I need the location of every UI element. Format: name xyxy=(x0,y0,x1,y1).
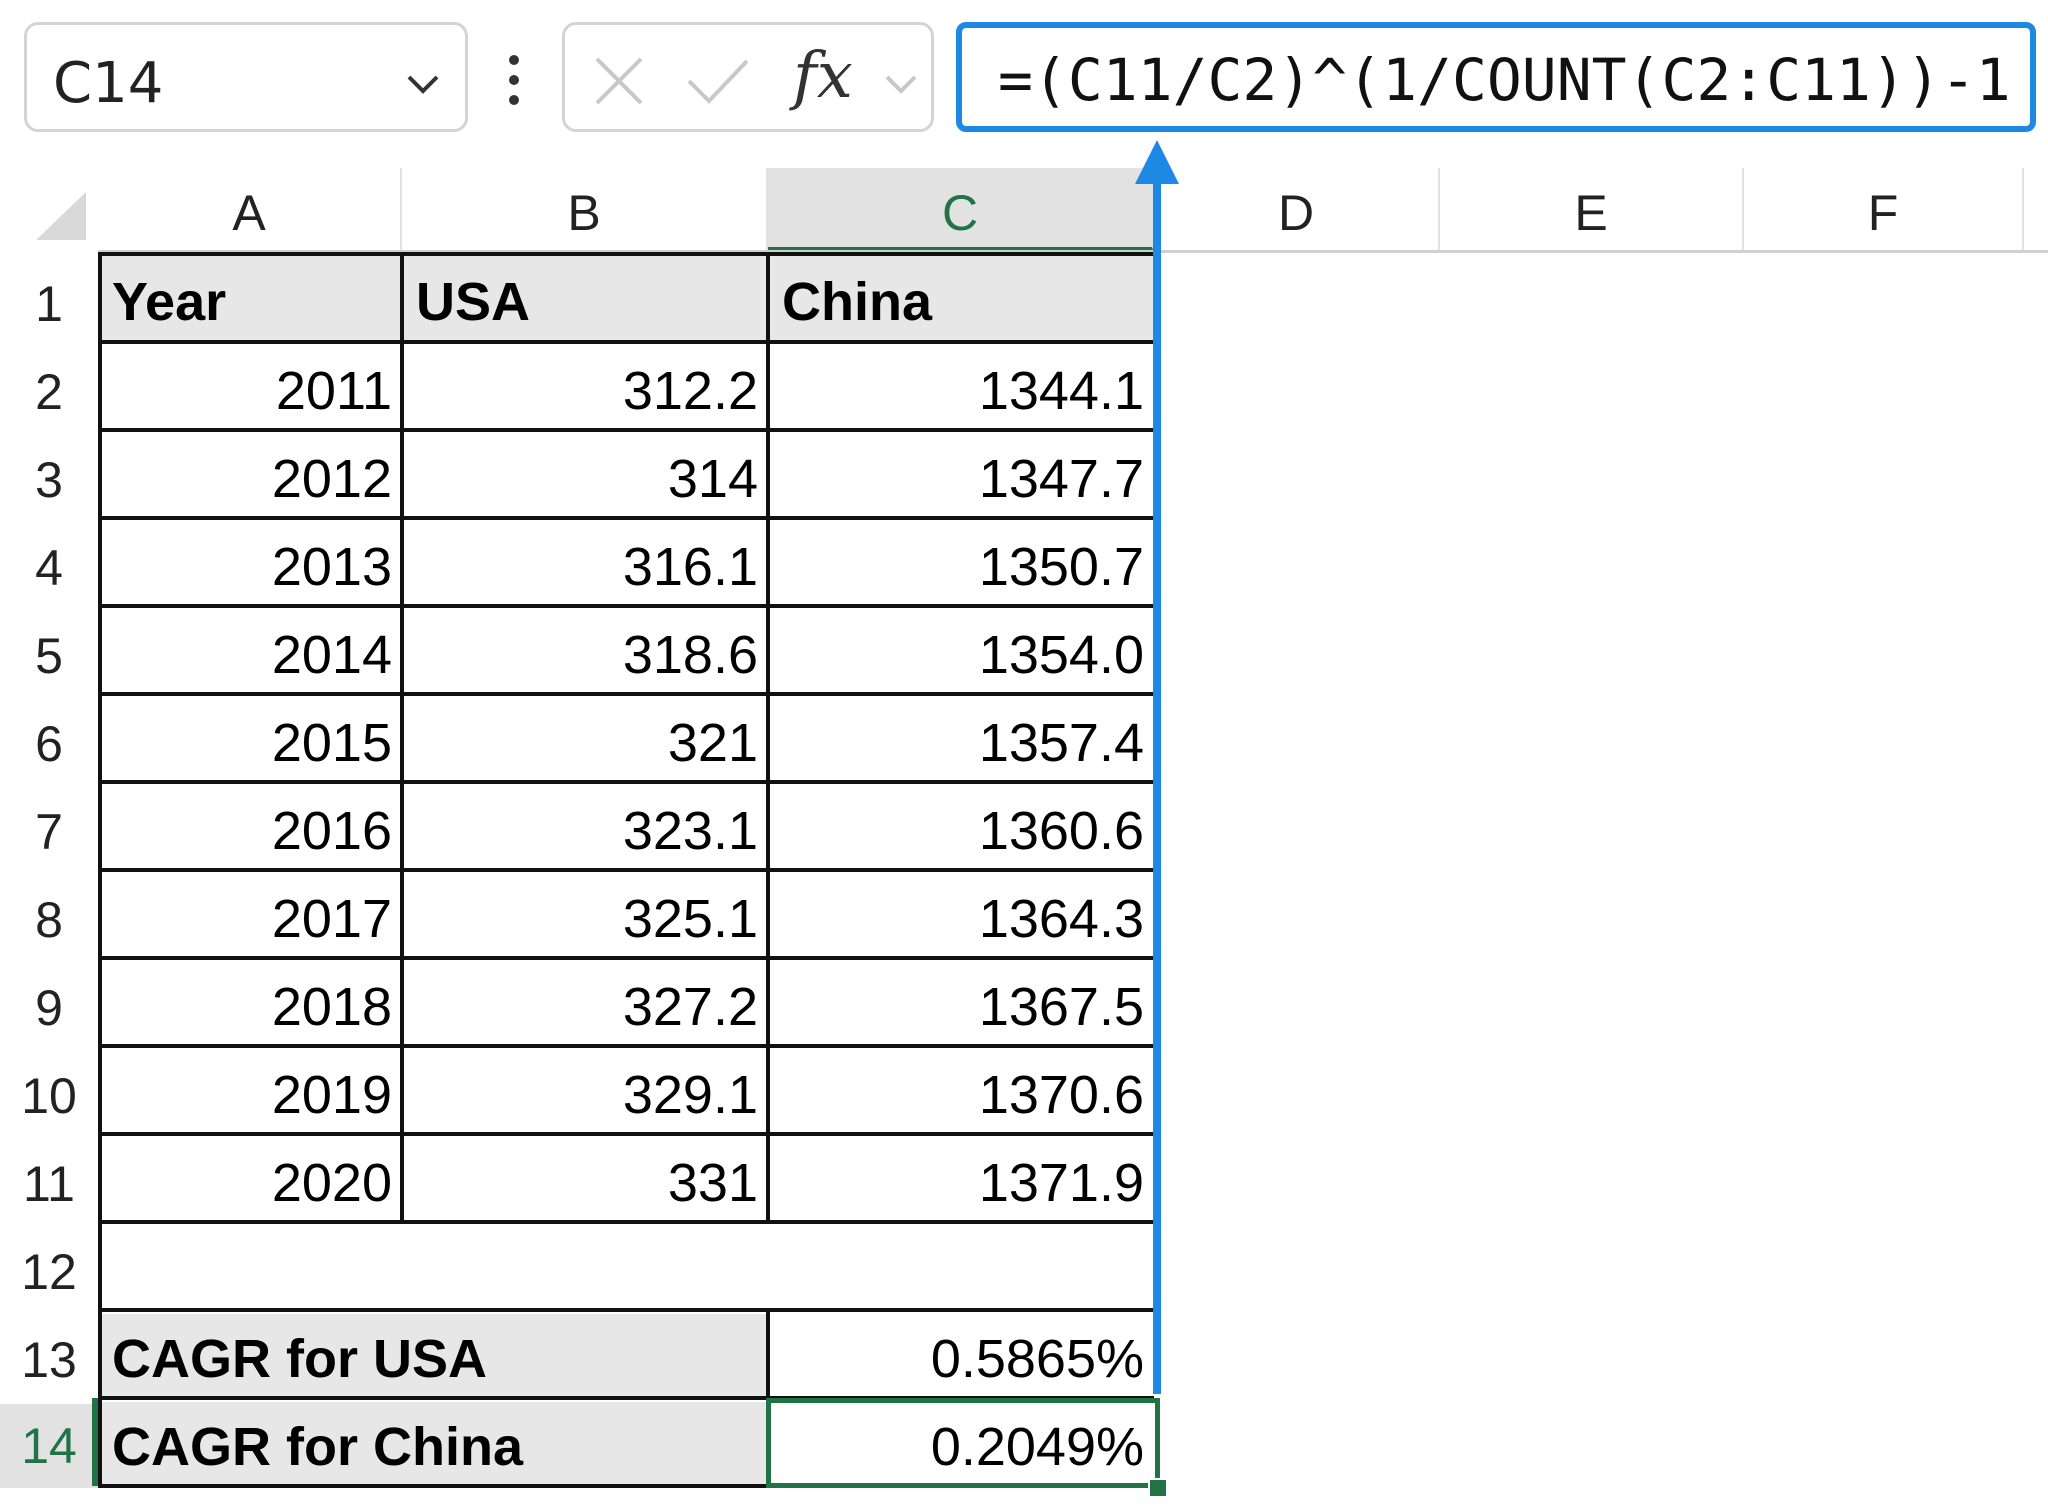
cell-c11[interactable]: 1371.9 xyxy=(770,1138,1154,1222)
formula-controls: fx xyxy=(562,22,934,132)
cell-b3[interactable]: 314 xyxy=(404,434,768,518)
cell-a1[interactable]: Year xyxy=(100,256,402,342)
row-header-12[interactable]: 12 xyxy=(0,1228,98,1316)
border xyxy=(98,1044,1154,1048)
cell-c7[interactable]: 1360.6 xyxy=(770,786,1154,870)
chevron-down-icon[interactable] xyxy=(401,61,445,105)
cell-a10[interactable]: 2019 xyxy=(100,1050,402,1134)
row-header-1[interactable]: 1 xyxy=(0,260,98,348)
border xyxy=(98,340,1154,344)
insert-function-button[interactable]: fx xyxy=(793,39,853,113)
column-header-f[interactable]: F xyxy=(1744,168,2024,252)
name-box[interactable]: C14 xyxy=(24,22,468,132)
row-header-10[interactable]: 10 xyxy=(0,1052,98,1140)
cell-a7[interactable]: 2016 xyxy=(100,786,402,870)
cell-b7[interactable]: 323.1 xyxy=(404,786,768,870)
column-header-d[interactable]: D xyxy=(1154,168,1440,252)
column-header-b[interactable]: B xyxy=(402,168,768,252)
cell-c1[interactable]: China xyxy=(770,256,1154,342)
cell-a3[interactable]: 2012 xyxy=(100,434,402,518)
cell-b5[interactable]: 318.6 xyxy=(404,610,768,694)
border xyxy=(98,252,1154,256)
cell-a5[interactable]: 2014 xyxy=(100,610,402,694)
cell-b6[interactable]: 321 xyxy=(404,698,768,782)
cell-b4[interactable]: 316.1 xyxy=(404,522,768,606)
cell-c5[interactable]: 1354.0 xyxy=(770,610,1154,694)
arrow-up-icon xyxy=(1135,140,1179,184)
cell-c13[interactable]: 0.5865% xyxy=(770,1314,1154,1398)
trace-precedents-line xyxy=(1153,150,1161,1394)
cell-a2[interactable]: 2011 xyxy=(100,346,402,430)
cell-c6[interactable]: 1357.4 xyxy=(770,698,1154,782)
cell-a11[interactable]: 2020 xyxy=(100,1138,402,1222)
cell-c3[interactable]: 1347.7 xyxy=(770,434,1154,518)
cell-b11[interactable]: 331 xyxy=(404,1138,768,1222)
border xyxy=(98,1308,1154,1312)
cell-a14[interactable]: CAGR for China xyxy=(100,1402,768,1486)
row-header-4[interactable]: 4 xyxy=(0,524,98,612)
cell-a6[interactable]: 2015 xyxy=(100,698,402,782)
cell-b10[interactable]: 329.1 xyxy=(404,1050,768,1134)
select-all-icon xyxy=(36,192,86,240)
row-header-2[interactable]: 2 xyxy=(0,348,98,436)
cell-b1[interactable]: USA xyxy=(404,256,768,342)
column-header-e[interactable]: E xyxy=(1440,168,1744,252)
row-header-5[interactable]: 5 xyxy=(0,612,98,700)
cell-a9[interactable]: 2018 xyxy=(100,962,402,1046)
fill-handle[interactable] xyxy=(1148,1478,1168,1498)
row-header-11[interactable]: 11 xyxy=(0,1140,98,1228)
cell-b8[interactable]: 325.1 xyxy=(404,874,768,958)
row-header-7[interactable]: 7 xyxy=(0,788,98,876)
cell-c4[interactable]: 1350.7 xyxy=(770,522,1154,606)
formula-text: =(C11/C2)^(1/COUNT(C2:C11))-1 xyxy=(998,46,2011,114)
border xyxy=(98,692,1154,696)
cell-a8[interactable]: 2017 xyxy=(100,874,402,958)
border xyxy=(98,604,1154,608)
border xyxy=(400,252,404,1224)
row-header-13[interactable]: 13 xyxy=(0,1316,98,1404)
border xyxy=(98,868,1154,872)
formula-bar-input[interactable]: =(C11/C2)^(1/COUNT(C2:C11))-1 xyxy=(956,22,2036,132)
border xyxy=(98,428,1154,432)
more-options-icon[interactable] xyxy=(506,52,522,108)
row-header-8[interactable]: 8 xyxy=(0,876,98,964)
column-header-a[interactable]: A xyxy=(98,168,402,252)
name-box-value: C14 xyxy=(53,51,164,116)
border xyxy=(98,516,1154,520)
cell-c8[interactable]: 1364.3 xyxy=(770,874,1154,958)
cell-a4[interactable]: 2013 xyxy=(100,522,402,606)
chevron-down-icon[interactable] xyxy=(879,67,923,103)
border xyxy=(98,1132,1154,1136)
row-header-3[interactable]: 3 xyxy=(0,436,98,524)
cell-a13[interactable]: CAGR for USA xyxy=(100,1314,768,1398)
border xyxy=(98,780,1154,784)
enter-check-icon[interactable] xyxy=(683,53,753,109)
active-cell-selection[interactable] xyxy=(766,1398,1160,1488)
row-header-9[interactable]: 9 xyxy=(0,964,98,1052)
cancel-icon[interactable] xyxy=(591,53,647,109)
cell-c9[interactable]: 1367.5 xyxy=(770,962,1154,1046)
cell-b9[interactable]: 327.2 xyxy=(404,962,768,1046)
cell-c10[interactable]: 1370.6 xyxy=(770,1050,1154,1134)
column-header-c[interactable]: C xyxy=(768,168,1154,252)
border xyxy=(98,956,1154,960)
cell-c2[interactable]: 1344.1 xyxy=(770,346,1154,430)
border xyxy=(98,1220,1154,1224)
border xyxy=(98,252,102,1488)
cell-b2[interactable]: 312.2 xyxy=(404,346,768,430)
row-header-14[interactable]: 14 xyxy=(0,1404,98,1488)
row-header-6[interactable]: 6 xyxy=(0,700,98,788)
border xyxy=(766,252,770,1224)
